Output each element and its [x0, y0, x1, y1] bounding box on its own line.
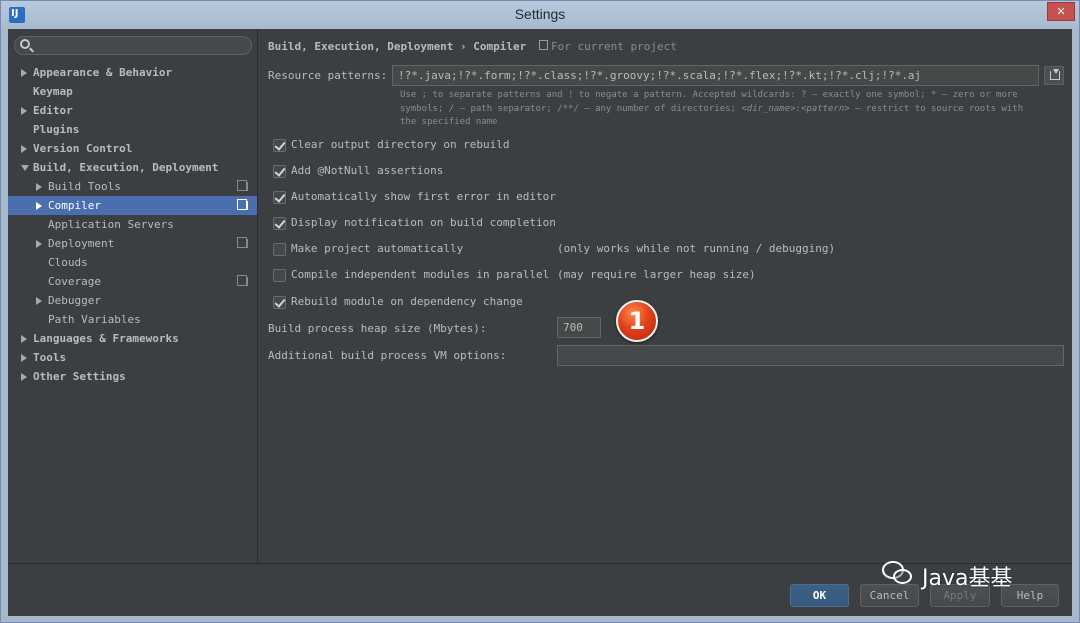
sidebar-item-label: Other Settings [33, 370, 126, 383]
project-scope-icon [539, 40, 548, 50]
chevron-down-icon[interactable] [21, 165, 29, 171]
project-scope-icon [237, 237, 248, 248]
sidebar-item-label: Deployment [48, 237, 115, 250]
sidebar-item-keymap[interactable]: Keymap [8, 82, 257, 101]
cancel-button[interactable]: Cancel [860, 584, 919, 607]
chevron-right-icon[interactable] [21, 69, 27, 77]
sidebar-item-coverage[interactable]: Coverage [8, 272, 257, 291]
sidebar-item-label: Version Control [33, 142, 133, 155]
ok-button[interactable]: OK [790, 584, 849, 607]
hint-line-1: Use ; to separate patterns and ! to nega… [400, 90, 1018, 100]
option-checkbox[interactable] [273, 243, 286, 256]
sidebar-item-label: Application Servers [48, 218, 174, 231]
chevron-right-icon[interactable] [36, 202, 42, 210]
sidebar-item-label: Editor [33, 104, 73, 117]
sidebar-item-label: Clouds [48, 256, 88, 269]
resource-patterns-input[interactable]: !?*.java;!?*.form;!?*.class;!?*.groovy;!… [392, 65, 1039, 86]
hint-line-2b: <dir_name>:<pattern> [741, 103, 850, 114]
chevron-right-icon[interactable] [21, 373, 27, 381]
wechat-icon [882, 561, 912, 585]
sidebar-item-label: Debugger [48, 294, 101, 307]
sidebar-item-other-settings[interactable]: Other Settings [8, 367, 257, 386]
option-note: (may require larger heap size) [557, 268, 756, 281]
sidebar-item-label: Compiler [48, 199, 101, 212]
option-checkbox[interactable] [273, 296, 286, 309]
option-label[interactable]: Rebuild module on dependency change [291, 295, 523, 308]
sidebar-item-tools[interactable]: Tools [8, 348, 257, 367]
sidebar-item-label: Tools [33, 351, 67, 364]
chevron-right-icon[interactable] [21, 354, 27, 362]
sidebar-item-editor[interactable]: Editor [8, 101, 257, 120]
hint-line-2: symbols; / — path separator; /**/ — any … [400, 103, 1060, 117]
option-note: (only works while not running / debuggin… [557, 242, 836, 255]
close-button[interactable]: ✕ [1047, 2, 1075, 21]
hint-line-2c: — restrict to source roots with [849, 103, 1024, 114]
vm-options-input[interactable] [557, 345, 1064, 366]
compiler-settings-panel: Build, Execution, Deployment › Compiler … [259, 29, 1072, 563]
sidebar-item-label: Keymap [33, 85, 73, 98]
sidebar-item-label: Languages & Frameworks [33, 332, 179, 345]
sidebar-item-label: Appearance & Behavior [33, 66, 173, 79]
sidebar-item-path-variables[interactable]: Path Variables [8, 310, 257, 329]
option-label[interactable]: Make project automatically [291, 242, 463, 255]
chevron-right-icon[interactable] [36, 297, 42, 305]
project-scope-icon [237, 180, 248, 191]
option-label[interactable]: Add @NotNull assertions [291, 164, 443, 177]
chevron-right-icon[interactable] [36, 240, 42, 248]
sidebar-item-deployment[interactable]: Deployment [8, 234, 257, 253]
option-label[interactable]: Display notification on build completion [291, 216, 556, 229]
resource-patterns-label: Resource patterns: [268, 69, 388, 82]
hint-line-2a: symbols; / — path separator; /**/ — any … [400, 103, 742, 114]
for-current-project-label: For current project [551, 40, 677, 53]
option-checkbox[interactable] [273, 217, 286, 230]
sidebar-item-build-tools[interactable]: Build Tools [8, 177, 257, 196]
sidebar-item-compiler[interactable]: Compiler [8, 196, 257, 215]
sidebar-item-label: Coverage [48, 275, 101, 288]
sidebar-item-label: Build, Execution, Deployment [33, 161, 219, 174]
option-label[interactable]: Clear output directory on rebuild [291, 138, 510, 151]
search-input[interactable] [14, 36, 252, 55]
sidebar-item-version-control[interactable]: Version Control [8, 139, 257, 158]
hint-line-3: the specified name [400, 117, 498, 127]
heap-size-label: Build process heap size (Mbytes): [268, 322, 487, 335]
chevron-right-icon[interactable] [21, 145, 27, 153]
sidebar-item-build-execution-deployment[interactable]: Build, Execution, Deployment [8, 158, 257, 177]
sidebar-item-clouds[interactable]: Clouds [8, 253, 257, 272]
project-scope-icon [237, 275, 248, 286]
option-checkbox[interactable] [273, 191, 286, 204]
expand-field-icon[interactable] [1044, 66, 1064, 85]
sidebar-item-languages-frameworks[interactable]: Languages & Frameworks [8, 329, 257, 348]
resource-patterns-hint: Use ; to separate patterns and ! to nega… [400, 89, 1060, 130]
option-checkbox[interactable] [273, 269, 286, 282]
vm-options-label: Additional build process VM options: [268, 349, 507, 362]
window-title: Settings [514, 6, 566, 22]
chevron-right-icon[interactable] [21, 335, 27, 343]
project-scope-icon [237, 199, 248, 210]
breadcrumb: Build, Execution, Deployment › Compiler [268, 40, 527, 53]
sidebar-item-application-servers[interactable]: Application Servers [8, 215, 257, 234]
sidebar-item-debugger[interactable]: Debugger [8, 291, 257, 310]
title-bar[interactable]: IJ Settings ✕ [1, 1, 1079, 29]
annotation-number-badge: 1 [616, 300, 658, 342]
search-icon [20, 39, 30, 49]
option-checkbox[interactable] [273, 139, 286, 152]
settings-tree: Appearance & Behavior Keymap Editor Plugins… [8, 29, 258, 563]
sidebar-item-label: Build Tools [48, 180, 121, 193]
chevron-right-icon[interactable] [21, 107, 27, 115]
chevron-right-icon[interactable] [36, 183, 42, 191]
dialog-content: Appearance & Behavior Keymap Editor Plugins… [8, 29, 1072, 616]
sidebar-item-plugins[interactable]: Plugins [8, 120, 257, 139]
option-label[interactable]: Compile independent modules in parallel [291, 268, 549, 281]
option-checkbox[interactable] [273, 165, 286, 178]
sidebar-item-label: Path Variables [48, 313, 141, 326]
watermark-text: Java基基 [922, 566, 1013, 591]
dialog-button-bar: OK Cancel Apply Help [8, 563, 1072, 616]
sidebar-item-label: Plugins [33, 123, 80, 136]
sidebar-item-appearance-behavior[interactable]: Appearance & Behavior [8, 63, 257, 82]
option-label[interactable]: Automatically show first error in editor [291, 190, 556, 203]
heap-size-input[interactable]: 700 [557, 317, 601, 338]
